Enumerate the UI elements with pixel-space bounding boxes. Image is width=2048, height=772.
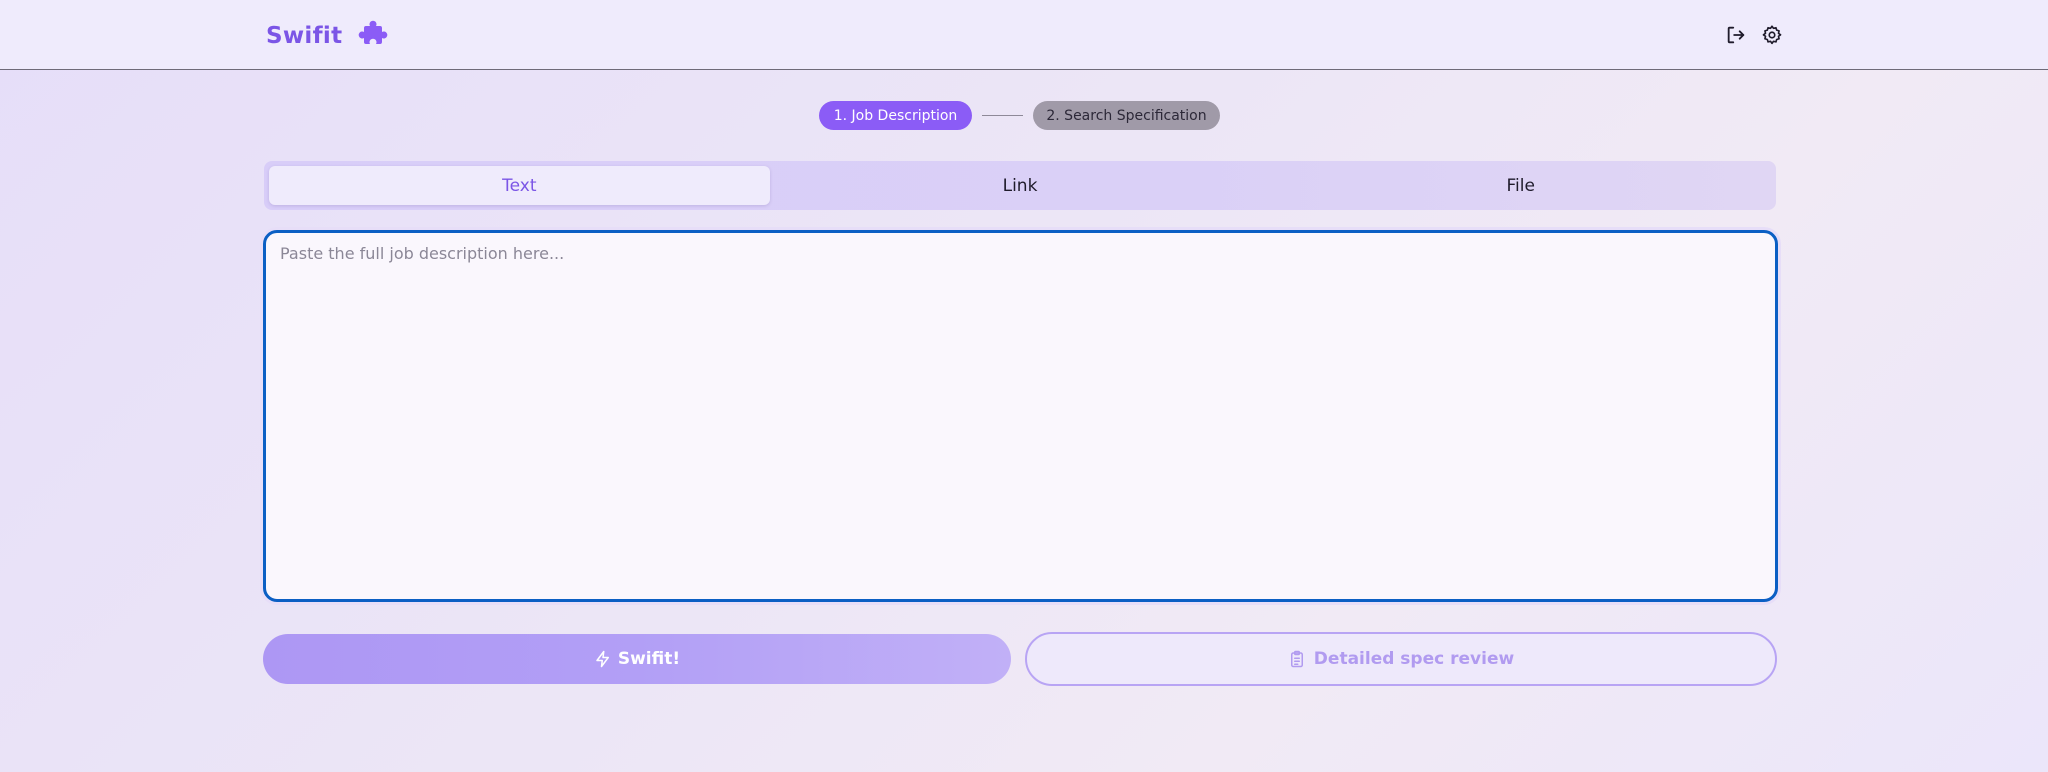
- detailed-spec-review-button[interactable]: Detailed spec review: [1025, 632, 1777, 686]
- logout-icon[interactable]: [1725, 24, 1747, 46]
- input-mode-tabs: Text Link File: [264, 161, 1776, 210]
- step-search-specification[interactable]: 2. Search Specification: [1033, 101, 1220, 130]
- puzzle-piece-icon: [359, 20, 388, 44]
- job-description-input[interactable]: [266, 233, 1775, 599]
- tab-file[interactable]: File: [1270, 166, 1771, 205]
- action-buttons: Swifit! Detailed spec review: [263, 632, 1777, 686]
- swifit-button[interactable]: Swifit!: [263, 634, 1011, 684]
- lightning-icon: [596, 650, 609, 668]
- clipboard-icon: [1290, 650, 1303, 668]
- top-bar: Swifit: [0, 0, 2048, 70]
- gear-icon[interactable]: [1761, 24, 1783, 46]
- job-description-container: [263, 230, 1778, 602]
- header-actions: [1725, 24, 1783, 46]
- progress-stepper: 1. Job Description 2. Search Specificati…: [819, 101, 1220, 130]
- brand-name: Swifit: [266, 23, 343, 49]
- tab-text[interactable]: Text: [269, 166, 770, 205]
- tab-link[interactable]: Link: [770, 166, 1271, 205]
- step-job-description[interactable]: 1. Job Description: [819, 101, 972, 130]
- detailed-spec-review-label: Detailed spec review: [1313, 649, 1515, 669]
- step-connector: [982, 115, 1023, 116]
- swifit-button-label: Swifit!: [617, 649, 681, 669]
- brand[interactable]: Swifit: [266, 18, 388, 54]
